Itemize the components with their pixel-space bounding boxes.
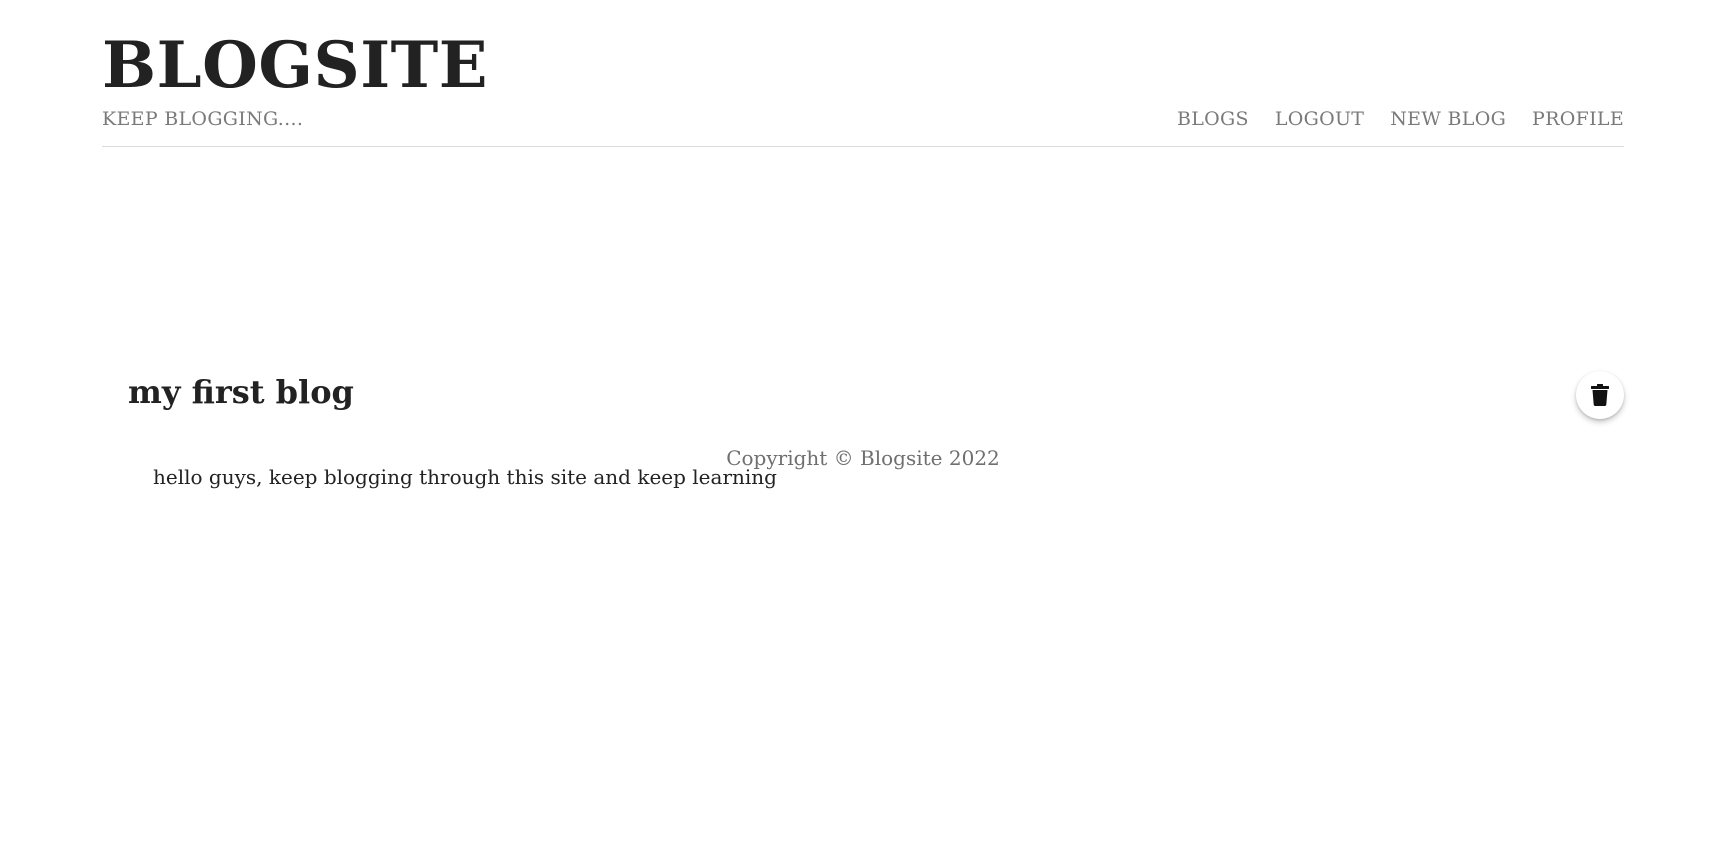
site-title[interactable]: BLOGSITE (102, 26, 488, 106)
site-header: BLOGSITE KEEP BLOGGING.... BLOGS LOGOUT … (102, 0, 1624, 147)
site-footer: Copyright © Blogsite 2022 (726, 446, 1000, 470)
site-tagline: KEEP BLOGGING.... (102, 108, 304, 130)
nav-blogs-link[interactable]: BLOGS (1177, 106, 1249, 132)
delete-post-button[interactable] (1576, 371, 1624, 419)
trash-icon (1591, 384, 1609, 406)
nav-logout-link[interactable]: LOGOUT (1275, 106, 1364, 132)
nav-new-blog-link[interactable]: NEW BLOG (1390, 106, 1506, 132)
page-container: BLOGSITE KEEP BLOGGING.... BLOGS LOGOUT … (102, 0, 1624, 489)
main-nav: BLOGS LOGOUT NEW BLOG PROFILE (1177, 106, 1624, 132)
nav-profile-link[interactable]: PROFILE (1532, 106, 1624, 132)
post-title: my first blog (128, 373, 354, 411)
